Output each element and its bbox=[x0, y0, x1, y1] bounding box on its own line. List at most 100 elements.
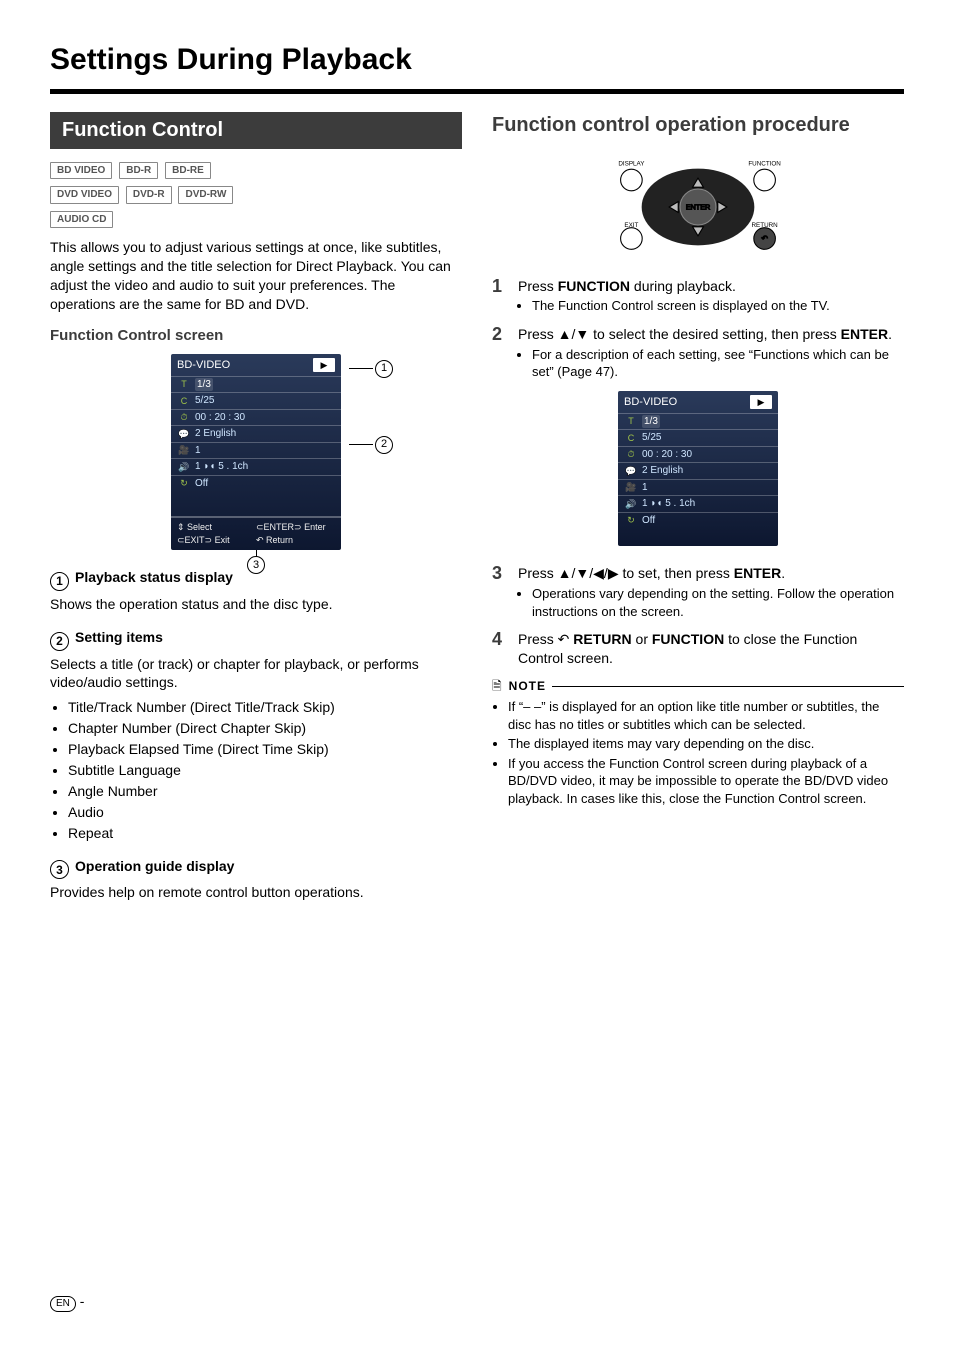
step-sub: Operations vary depending on the setting… bbox=[532, 585, 904, 620]
step-text: . bbox=[888, 326, 892, 342]
repeat-icon: ↻ bbox=[177, 477, 191, 489]
note-label: NOTE bbox=[509, 678, 546, 694]
angle-icon: 🎥 bbox=[177, 444, 191, 456]
sec1-text: Shows the operation status and the disc … bbox=[50, 595, 462, 614]
osd-repeat-value: Off bbox=[195, 477, 208, 491]
bullet-item: Chapter Number (Direct Chapter Skip) bbox=[68, 719, 462, 738]
step-text: Press ▲/▼/◀/▶ to set, then press bbox=[518, 565, 734, 581]
osd-disc-type: BD-VIDEO bbox=[624, 395, 677, 410]
step-sub: For a description of each setting, see “… bbox=[532, 346, 904, 381]
page-title: Settings During Playback bbox=[50, 40, 904, 81]
osd-chapter-value: 5/25 bbox=[195, 394, 214, 408]
enter-label: ENTER bbox=[686, 202, 710, 211]
step-sub: The Function Control screen is displayed… bbox=[532, 297, 904, 315]
osd-disc-type: BD-VIDEO bbox=[177, 358, 230, 373]
subtitle-icon: 💬 bbox=[177, 428, 191, 440]
osd-title-value: 1/3 bbox=[195, 378, 213, 392]
osd-time-value: 00 : 20 : 30 bbox=[195, 411, 245, 425]
note-item: If you access the Function Control scree… bbox=[508, 755, 904, 808]
audio-icon: 🔊 bbox=[177, 461, 191, 473]
page-dash: - bbox=[80, 1293, 85, 1309]
bullet-item: Playback Elapsed Time (Direct Time Skip) bbox=[68, 740, 462, 759]
title-icon: T bbox=[177, 378, 191, 390]
bullet-item: Title/Track Number (Direct Title/Track S… bbox=[68, 698, 462, 717]
bullet-item: Repeat bbox=[68, 824, 462, 843]
function-control-heading: Function Control bbox=[50, 112, 462, 149]
step-bold: FUNCTION bbox=[558, 278, 630, 294]
badge-row-1: BD VIDEO BD-R BD-RE bbox=[50, 159, 462, 180]
callout-2: 2 bbox=[375, 436, 393, 454]
osd-guide-enter: Enter bbox=[304, 522, 326, 532]
note-item: The displayed items may vary depending o… bbox=[508, 735, 904, 753]
function-label: FUNCTION bbox=[748, 160, 781, 167]
step-number: 3 bbox=[492, 564, 506, 622]
step-text: Press bbox=[518, 278, 558, 294]
badge-dvd-r: DVD-R bbox=[126, 186, 172, 204]
display-label: DISPLAY bbox=[618, 160, 645, 167]
note-heading: 🗎 NOTE bbox=[492, 678, 904, 694]
osd-audio-value: 1 ◗◖ 5 . 1ch bbox=[195, 460, 248, 474]
sec2-heading: 2Setting items bbox=[50, 628, 462, 651]
step-text: or bbox=[632, 631, 652, 647]
callout-3: 3 bbox=[247, 556, 265, 574]
procedure-heading: Function control operation procedure bbox=[492, 112, 904, 139]
sec2-bullets: Title/Track Number (Direct Title/Track S… bbox=[50, 698, 462, 842]
step-bold: RETURN bbox=[573, 631, 631, 647]
badge-bd-video: BD VIDEO bbox=[50, 162, 112, 180]
bullet-item: Angle Number bbox=[68, 782, 462, 801]
step-number: 4 bbox=[492, 630, 506, 668]
step-text: Press ↶ bbox=[518, 631, 573, 647]
osd-guide-return: Return bbox=[266, 535, 293, 545]
bullet-item: Audio bbox=[68, 803, 462, 822]
step-bold: ENTER bbox=[841, 326, 888, 342]
badge-bd-re: BD-RE bbox=[165, 162, 211, 180]
step-bold: FUNCTION bbox=[652, 631, 724, 647]
step-text: . bbox=[781, 565, 785, 581]
step-3: 3 Press ▲/▼/◀/▶ to set, then press ENTER… bbox=[492, 564, 904, 622]
sec3-heading: 3Operation guide display bbox=[50, 857, 462, 880]
osd-subtitle-value: 2 English bbox=[195, 427, 236, 441]
sec2-text: Selects a title (or track) or chapter fo… bbox=[50, 655, 462, 693]
osd-panel-mini: BD-VIDEO▶ T1/3 C5/25 ⏱00 : 20 : 30 💬2 En… bbox=[618, 391, 778, 546]
page-footer: EN - bbox=[50, 1292, 904, 1312]
osd-angle-value: 1 bbox=[195, 444, 201, 458]
note-icon: 🗎 bbox=[492, 678, 503, 694]
step-1: 1 Press FUNCTION during playback. The Fu… bbox=[492, 277, 904, 317]
step-2: 2 Press ▲/▼ to select the desired settin… bbox=[492, 325, 904, 383]
osd-guide-select: Select bbox=[187, 522, 212, 532]
callout-1-line bbox=[349, 368, 373, 369]
step-4: 4 Press ↶ RETURN or FUNCTION to close th… bbox=[492, 630, 904, 668]
step-text: during playback. bbox=[630, 278, 736, 294]
badge-bd-r: BD-R bbox=[119, 162, 158, 180]
steps-list: 1 Press FUNCTION during playback. The Fu… bbox=[492, 277, 904, 669]
step-number: 1 bbox=[492, 277, 506, 317]
badge-row-3: AUDIO CD bbox=[50, 208, 462, 229]
exit-label: EXIT bbox=[624, 221, 638, 228]
title-rule bbox=[50, 89, 904, 94]
time-icon: ⏱ bbox=[177, 411, 191, 423]
function-control-screen-title: Function Control screen bbox=[50, 326, 462, 346]
intro-text: This allows you to adjust various settin… bbox=[50, 238, 462, 314]
svg-text:↶: ↶ bbox=[761, 234, 768, 243]
badge-dvd-rw: DVD-RW bbox=[178, 186, 233, 204]
left-column: Function Control BD VIDEO BD-R BD-RE DVD… bbox=[50, 112, 462, 903]
chapter-icon: C bbox=[177, 395, 191, 407]
callout-1: 1 bbox=[375, 360, 393, 378]
sec3-text: Provides help on remote control button o… bbox=[50, 883, 462, 902]
step-text: Press ▲/▼ to select the desired setting,… bbox=[518, 326, 841, 342]
right-column: Function control operation procedure ENT… bbox=[492, 112, 904, 903]
play-icon: ▶ bbox=[313, 358, 335, 372]
remote-illustration: ENTER ↶ DISPLAY FUNCTION EXIT RETURN bbox=[492, 153, 904, 261]
callout-2-line bbox=[349, 444, 373, 445]
language-badge: EN bbox=[50, 1296, 76, 1312]
osd-panel: BD-VIDEO ▶ T 1/3 C 5/25 ⏱ 00 : 20 : 30 💬 2 E… bbox=[171, 354, 341, 551]
note-list: If “– –” is displayed for an option like… bbox=[492, 698, 904, 807]
badge-dvd-video: DVD VIDEO bbox=[50, 186, 119, 204]
step-number: 2 bbox=[492, 325, 506, 383]
badge-row-2: DVD VIDEO DVD-R DVD-RW bbox=[50, 183, 462, 204]
osd-guide-exit: Exit bbox=[215, 535, 230, 545]
step-bold: ENTER bbox=[734, 565, 781, 581]
note-item: If “– –” is displayed for an option like… bbox=[508, 698, 904, 733]
play-icon: ▶ bbox=[750, 395, 772, 409]
return-label: RETURN bbox=[751, 221, 778, 228]
